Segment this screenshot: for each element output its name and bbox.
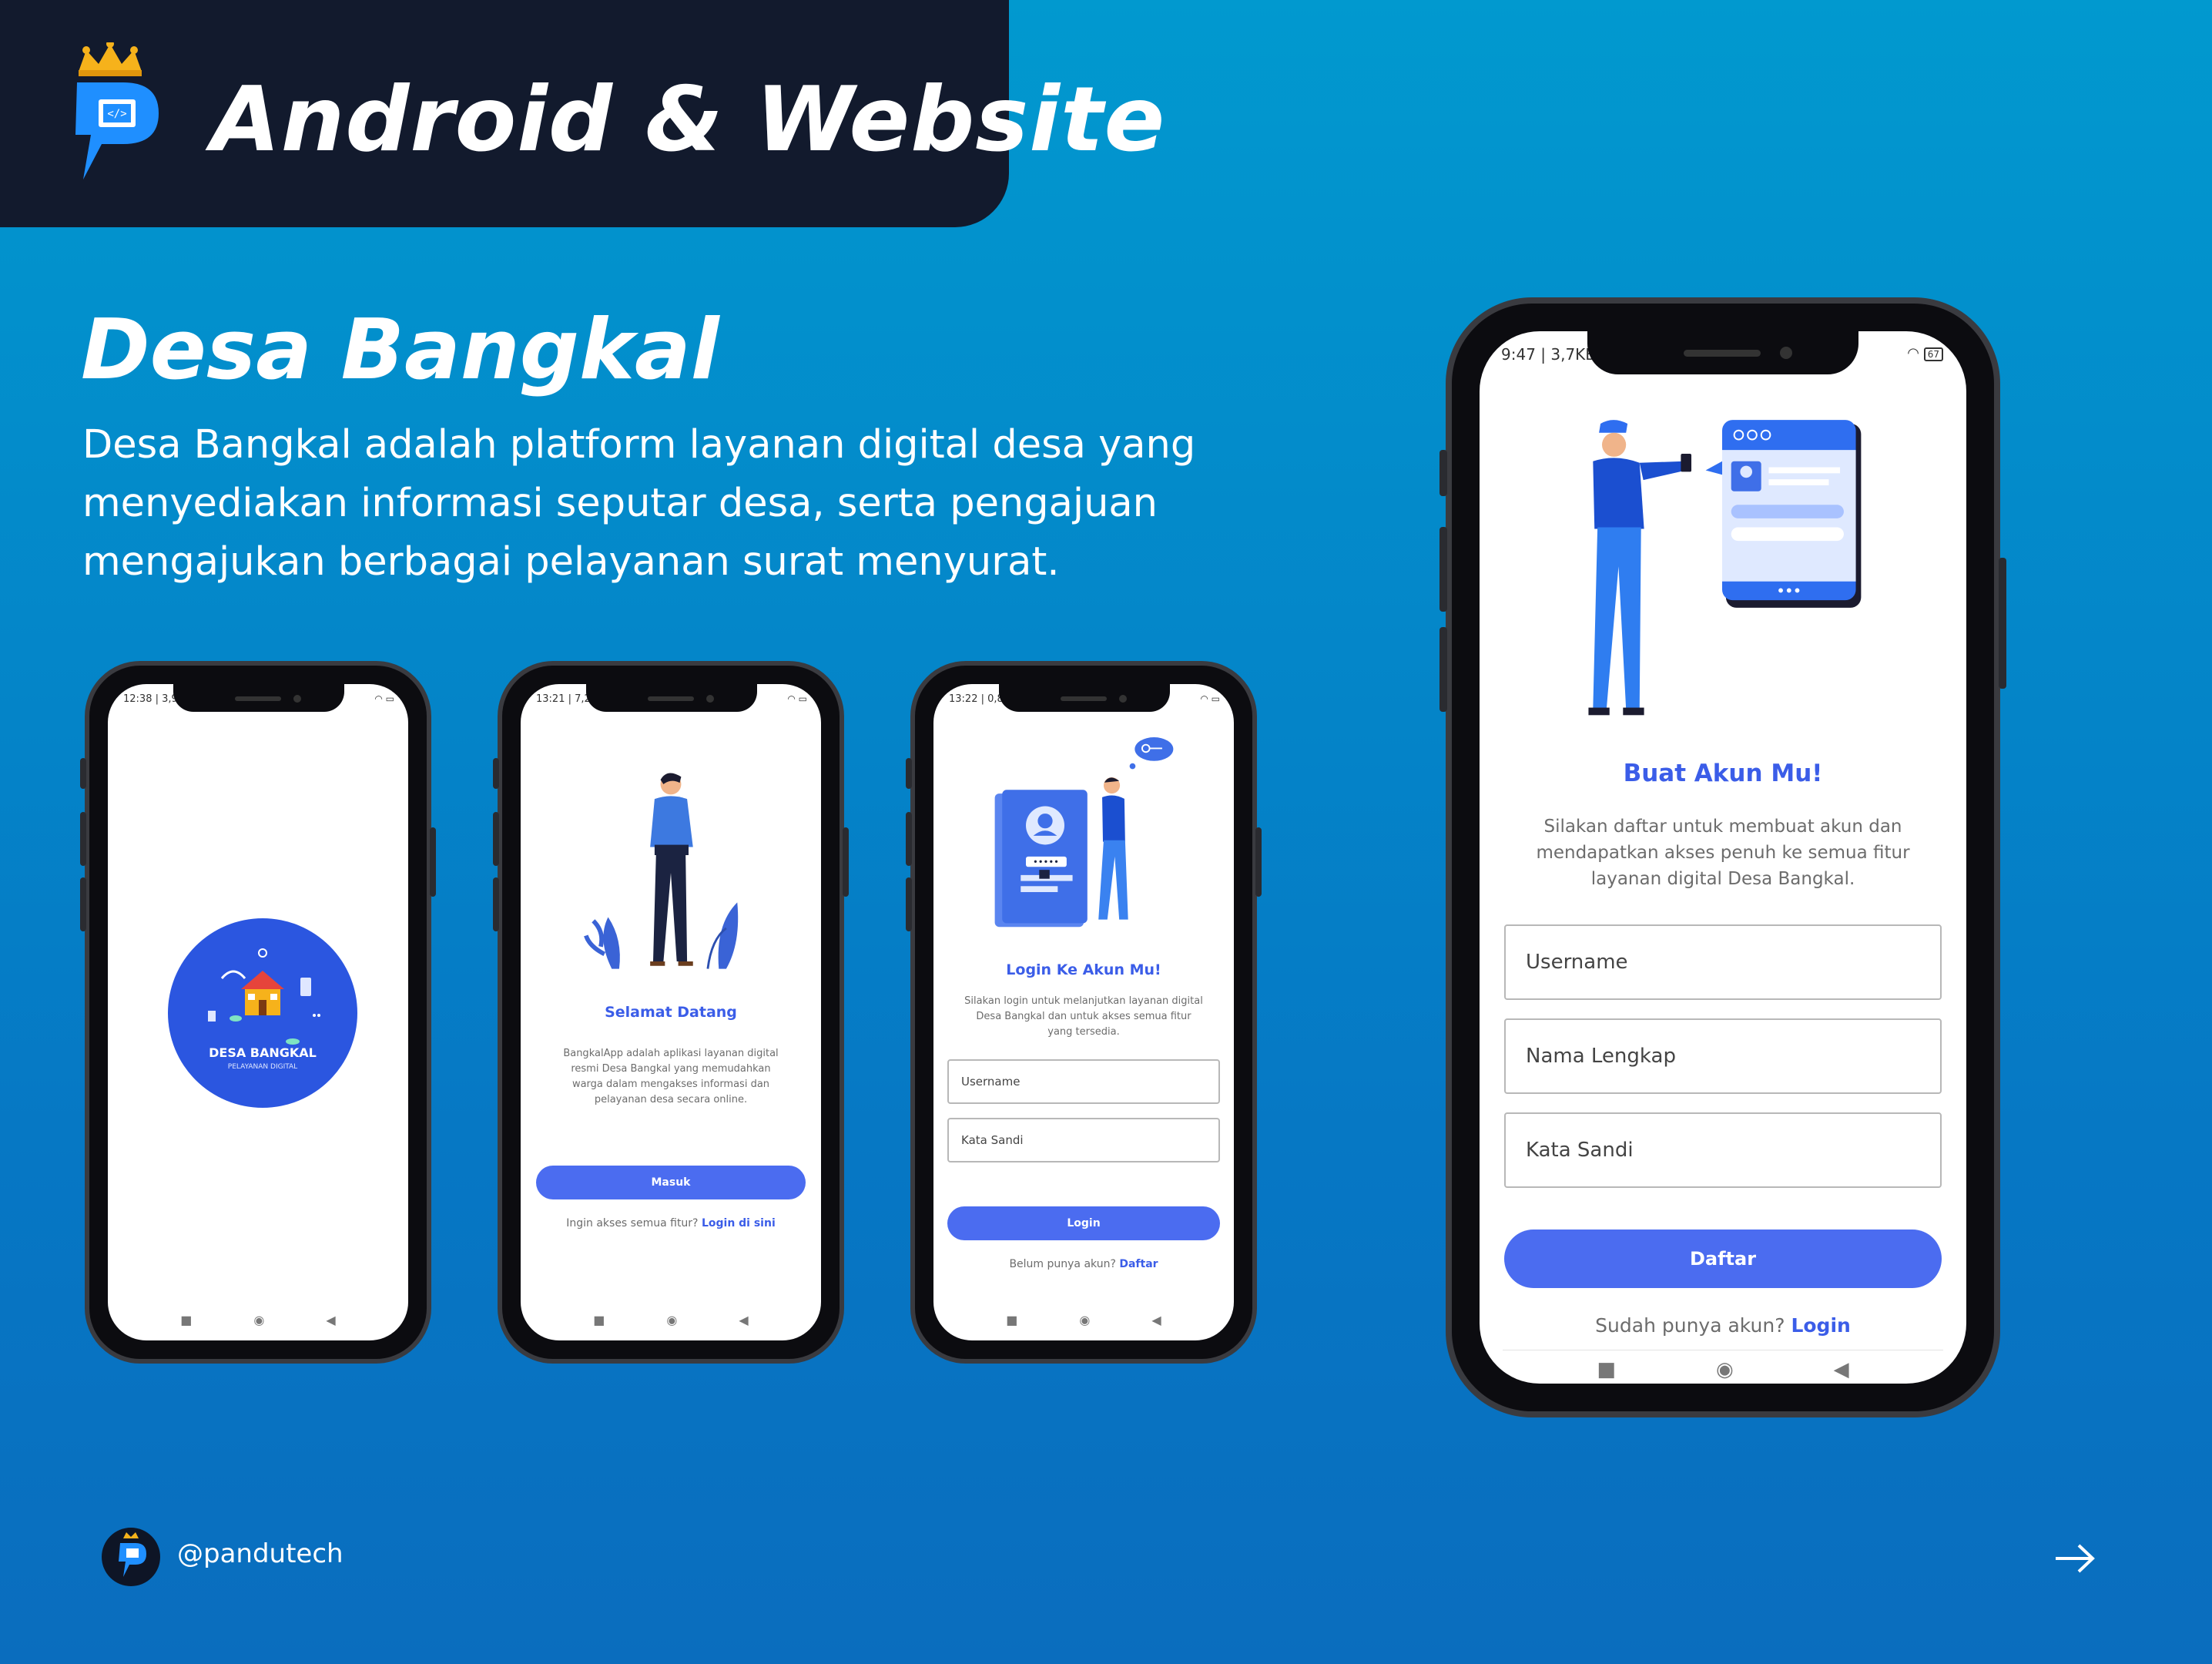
battery-icon: ◠ 67 (1907, 345, 1943, 361)
back-nav-icon[interactable]: ◀ (1834, 1358, 1849, 1381)
logo-icon: </> (75, 42, 159, 179)
register-prompt: Belum punya akun? Daftar (933, 1258, 1234, 1270)
register-link[interactable]: Daftar (1119, 1258, 1158, 1270)
footer-logo (102, 1528, 160, 1586)
arrow-right-icon[interactable] (2053, 1539, 2099, 1578)
daftar-button[interactable]: Daftar (1504, 1230, 1942, 1288)
screen: 12:38 | 3,9K ◠ ▭ DESA BANGKAL PELAYANAN … (108, 684, 408, 1340)
wifi-icon: ◠ ▭ (374, 693, 394, 704)
phone-register: 9:47 | 3,7KB ◠ 67 Buat Akun Mu! Silakan … (1439, 297, 2006, 1417)
login-link[interactable]: Login (1791, 1314, 1850, 1337)
square-nav-icon[interactable]: ■ (1597, 1358, 1616, 1381)
welcome-description: BangkalApp adalah aplikasi layanan digit… (563, 1048, 779, 1105)
register-prompt-text: Belum punya akun? (1009, 1258, 1116, 1270)
circle-nav-icon[interactable]: ◉ (666, 1313, 677, 1327)
welcome-illustration (584, 773, 739, 969)
app-description: Desa Bangkal adalah platform layanan dig… (82, 422, 1196, 585)
login-title: Login Ke Akun Mu! (1006, 961, 1161, 978)
app-title: Desa Bangkal (81, 302, 719, 398)
wifi-icon: ◠ ▭ (1200, 693, 1220, 704)
phone-splash: 12:38 | 3,9K ◠ ▭ DESA BANGKAL PELAYANAN … (80, 661, 436, 1364)
username-placeholder: Username (961, 1075, 1021, 1089)
svg-text:•••••: ••••• (1033, 856, 1059, 867)
username-input[interactable]: Username (947, 1059, 1220, 1104)
logo-subtitle: PELAYANAN DIGITAL (227, 1063, 298, 1071)
screen: 13:22 | 0,8K ◠ ▭ ••••• Login Ke Akun Mu!… (933, 684, 1234, 1340)
square-nav-icon[interactable]: ■ (180, 1313, 192, 1327)
back-nav-icon[interactable]: ◀ (326, 1313, 335, 1327)
header-bar: </> Android & Website (0, 0, 1165, 227)
register-description: Silakan daftar untuk membuat akun dan me… (1536, 817, 1910, 889)
username-placeholder: Username (1526, 951, 1628, 974)
fullname-placeholder: Nama Lengkap (1526, 1045, 1676, 1068)
register-title: Buat Akun Mu! (1623, 760, 1823, 787)
circle-nav-icon[interactable]: ◉ (1079, 1313, 1090, 1327)
welcome-title: Selamat Datang (605, 1004, 737, 1021)
square-nav-icon[interactable]: ■ (593, 1313, 605, 1327)
login-link[interactable]: Login di sini (702, 1217, 776, 1230)
crown-icon (79, 42, 142, 76)
status-time: 9:47 | 3,7KB (1501, 345, 1597, 364)
square-nav-icon[interactable]: ■ (1006, 1313, 1017, 1327)
login-prompt-text: Ingin akses semua fitur? (566, 1217, 699, 1230)
login-illustration: ••••• (994, 737, 1174, 928)
screen: 13:21 | 7,2K ◠ ▭ Selamat Datang BangkalA… (521, 684, 821, 1340)
masuk-button[interactable]: Masuk (536, 1166, 806, 1199)
logo-title: DESA BANGKAL (209, 1045, 317, 1060)
header-title: Android & Website (211, 68, 1166, 172)
password-placeholder: Kata Sandi (961, 1133, 1024, 1147)
login-prompt: Sudah punya akun? Login (1480, 1314, 1966, 1337)
app-logo: DESA BANGKAL PELAYANAN DIGITAL (168, 918, 357, 1108)
login-description: Silakan login untuk melanjutkan layanan … (964, 995, 1203, 1038)
house-icon (208, 948, 320, 1045)
fullname-input[interactable]: Nama Lengkap (1504, 1018, 1942, 1094)
circle-nav-icon[interactable]: ◉ (253, 1313, 264, 1327)
login-prompt-text: Sudah punya akun? (1595, 1314, 1785, 1337)
phone-welcome: 13:21 | 7,2K ◠ ▭ Selamat Datang BangkalA… (493, 661, 849, 1364)
svg-text:</>: </> (107, 108, 126, 120)
wifi-icon: ◠ ▭ (787, 693, 807, 704)
social-handle: @pandutech (177, 1538, 344, 1569)
password-input[interactable]: Kata Sandi (1504, 1112, 1942, 1188)
login-button[interactable]: Login (947, 1206, 1220, 1240)
password-placeholder: Kata Sandi (1526, 1139, 1634, 1162)
login-prompt: Ingin akses semua fitur? Login di sini (521, 1217, 821, 1230)
logo-icon (119, 1532, 146, 1577)
register-illustration (1588, 420, 1862, 716)
username-input[interactable]: Username (1504, 924, 1942, 1000)
password-input[interactable]: Kata Sandi (947, 1118, 1220, 1162)
back-nav-icon[interactable]: ◀ (739, 1313, 748, 1327)
battery-level: 67 (1923, 347, 1943, 361)
circle-nav-icon[interactable]: ◉ (1716, 1358, 1734, 1381)
back-nav-icon[interactable]: ◀ (1151, 1313, 1161, 1327)
screen: 9:47 | 3,7KB ◠ 67 Buat Akun Mu! Silakan … (1480, 331, 1966, 1384)
phone-login: 13:22 | 0,8K ◠ ▭ ••••• Login Ke Akun Mu!… (906, 661, 1262, 1364)
